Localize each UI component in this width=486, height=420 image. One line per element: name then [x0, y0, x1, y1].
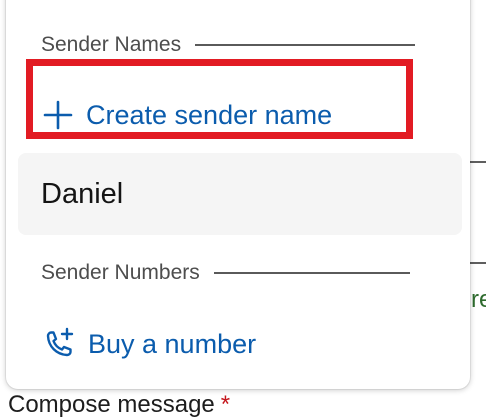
- sender-name-option-label: Daniel: [41, 177, 124, 210]
- compose-message-label: Compose message *: [8, 390, 230, 420]
- sender-names-header: Sender Names: [41, 33, 416, 57]
- sender-numbers-header-label: Sender Numbers: [41, 261, 200, 284]
- required-marker: *: [220, 391, 231, 418]
- sender-name-option-daniel[interactable]: Daniel: [18, 153, 462, 235]
- background-text-fragment: re: [471, 286, 486, 313]
- sender-names-divider: [195, 44, 416, 46]
- background-divider-2: [470, 262, 486, 264]
- create-sender-name-label: Create sender name: [86, 100, 333, 130]
- create-sender-name-button[interactable]: Create sender name: [42, 99, 332, 131]
- sender-numbers-header: Sender Numbers: [41, 261, 410, 285]
- plus-icon: [42, 99, 74, 131]
- sender-numbers-divider: [213, 272, 410, 274]
- background-divider-1: [470, 161, 486, 163]
- sender-dropdown-menu: Sender Names Create sender name Daniel S…: [6, 0, 470, 389]
- buy-number-button[interactable]: Buy a number: [42, 327, 256, 361]
- compose-message-text: Compose message: [8, 391, 215, 418]
- phone-plus-icon: [42, 327, 76, 361]
- buy-number-label: Buy a number: [88, 329, 257, 359]
- sender-names-header-label: Sender Names: [41, 33, 182, 56]
